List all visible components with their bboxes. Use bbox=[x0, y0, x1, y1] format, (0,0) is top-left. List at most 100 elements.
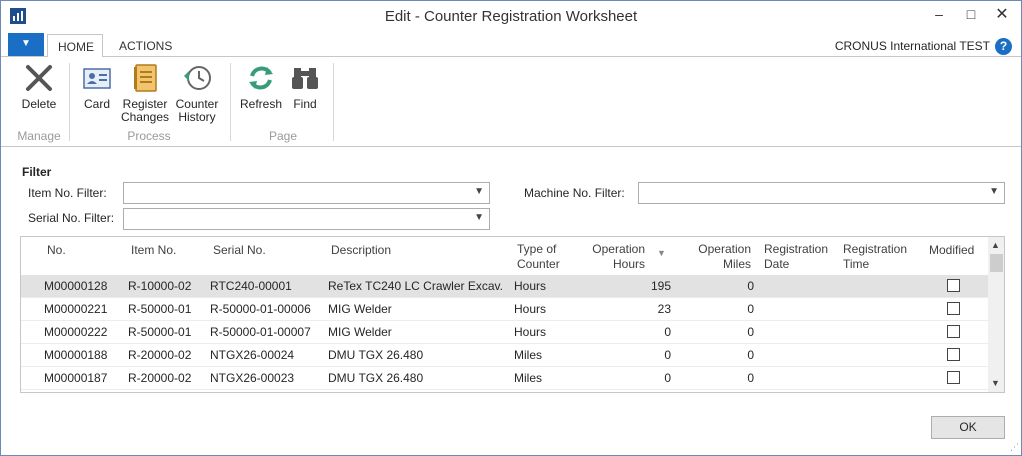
ribbon-body: Delete Manage Card Register Changes Coun… bbox=[1, 57, 1021, 147]
group-label-page: Page bbox=[268, 129, 298, 143]
tab-home[interactable]: HOME bbox=[47, 34, 103, 58]
history-clock-icon bbox=[184, 66, 211, 90]
column-header-item-no[interactable]: Item No. bbox=[131, 243, 176, 258]
binoculars-icon bbox=[292, 68, 318, 89]
cell-description: ReTex TC240 LC Crawler Excav. bbox=[328, 279, 503, 293]
cell-type: Miles bbox=[514, 371, 543, 385]
cell-type: Hours bbox=[514, 325, 547, 339]
machine-no-filter-label: Machine No. Filter: bbox=[524, 186, 625, 200]
chevron-up-icon[interactable]: ▲ bbox=[991, 240, 1000, 250]
cell-serial-no: R-50000-01-00006 bbox=[210, 302, 311, 316]
column-header-registration-time[interactable]: Registration Time bbox=[843, 242, 907, 272]
chevron-down-icon[interactable]: ▼ bbox=[989, 186, 999, 197]
register-changes-icon bbox=[134, 64, 157, 92]
cell-hours: 195 bbox=[650, 279, 671, 293]
vertical-scrollbar[interactable]: ▲ ▼ bbox=[988, 237, 1004, 392]
cell-hours: 0 bbox=[664, 325, 671, 339]
cell-type: Miles bbox=[514, 348, 543, 362]
register-changes-button[interactable]: Register Changes bbox=[120, 62, 170, 124]
chevron-down-icon[interactable]: ▼ bbox=[991, 378, 1000, 388]
cell-serial-no: RTC240-00001 bbox=[210, 279, 292, 293]
column-header-text: Operation bbox=[592, 242, 645, 256]
column-header-serial-no[interactable]: Serial No. bbox=[213, 243, 266, 258]
minimize-button[interactable]: – bbox=[922, 1, 956, 30]
table-row[interactable]: M00000128 R-10000-02 RTC240-00001 ReTex … bbox=[21, 275, 988, 298]
chevron-down-icon[interactable]: ▼ bbox=[474, 212, 484, 223]
column-header-description[interactable]: Description bbox=[331, 243, 391, 258]
tab-actions[interactable]: ACTIONS bbox=[109, 34, 182, 58]
table-row[interactable]: M00000222 R-50000-01 R-50000-01-00007 MI… bbox=[21, 321, 988, 344]
find-button[interactable]: Find bbox=[287, 62, 323, 111]
maximize-button[interactable]: □ bbox=[954, 1, 988, 30]
dropdown-triangle-icon: ▼ bbox=[21, 38, 31, 49]
refresh-icon bbox=[249, 66, 273, 90]
app-menu-button[interactable]: ▼ bbox=[8, 33, 44, 56]
serial-no-filter-label: Serial No. Filter: bbox=[28, 211, 115, 225]
column-header-text: Time bbox=[843, 257, 870, 271]
group-label-manage: Manage bbox=[17, 129, 61, 143]
cell-description: DMU TGX 26.480 bbox=[328, 348, 424, 362]
close-button[interactable]: ✕ bbox=[985, 1, 1019, 30]
cell-no: M00000222 bbox=[44, 325, 108, 339]
cell-no: M00000221 bbox=[44, 302, 108, 316]
cell-no: M00000128 bbox=[44, 279, 108, 293]
group-separator bbox=[333, 63, 334, 141]
table-row[interactable]: M00000188 R-20000-02 NTGX26-00024 DMU TG… bbox=[21, 344, 988, 367]
resize-grip-icon[interactable]: ⋰ bbox=[1010, 442, 1019, 453]
find-label: Find bbox=[293, 97, 317, 111]
modified-checkbox[interactable] bbox=[947, 279, 960, 292]
cell-miles: 0 bbox=[747, 302, 754, 316]
cell-description: MIG Welder bbox=[328, 325, 392, 339]
help-icon[interactable]: ? bbox=[995, 38, 1012, 55]
table-row[interactable]: M00000187 R-20000-02 NTGX26-00023 DMU TG… bbox=[21, 367, 988, 390]
chevron-down-icon[interactable]: ▼ bbox=[474, 186, 484, 197]
column-header-text: Hours bbox=[612, 257, 645, 271]
counter-history-label: Counter History bbox=[175, 97, 219, 124]
column-header-no[interactable]: No. bbox=[47, 243, 66, 258]
group-label-process: Process bbox=[127, 129, 171, 143]
column-header-operation-miles[interactable]: Operation Miles bbox=[693, 242, 751, 272]
scrollbar-thumb[interactable] bbox=[990, 254, 1003, 272]
cell-miles: 0 bbox=[747, 371, 754, 385]
card-button[interactable]: Card bbox=[77, 62, 117, 111]
card-label: Card bbox=[83, 97, 110, 111]
column-header-text: Registration bbox=[843, 242, 908, 256]
cell-serial-no: NTGX26-00023 bbox=[210, 371, 295, 385]
serial-no-filter-combo[interactable]: ▼ bbox=[123, 208, 490, 230]
item-no-filter-label: Item No. Filter: bbox=[28, 186, 107, 200]
machine-no-filter-combo[interactable]: ▼ bbox=[638, 182, 1005, 204]
cell-type: Hours bbox=[514, 279, 547, 293]
refresh-button[interactable]: Refresh bbox=[239, 62, 283, 111]
column-header-text: Counter bbox=[517, 257, 560, 271]
cell-serial-no: NTGX26-00024 bbox=[210, 348, 295, 362]
card-icon bbox=[83, 68, 111, 89]
cell-description: DMU TGX 26.480 bbox=[328, 371, 424, 385]
delete-label: Delete bbox=[21, 97, 57, 111]
sort-descending-icon: ▼ bbox=[657, 248, 666, 258]
column-header-operation-hours[interactable]: Operation Hours bbox=[587, 242, 645, 272]
column-header-type-of-counter[interactable]: Type of Counter bbox=[517, 242, 560, 272]
delete-x-icon bbox=[26, 65, 52, 91]
column-header-registration-date[interactable]: Registration Date bbox=[764, 242, 828, 272]
cell-miles: 0 bbox=[747, 348, 754, 362]
group-separator bbox=[230, 63, 231, 141]
item-no-filter-combo[interactable]: ▼ bbox=[123, 182, 490, 204]
cell-item-no: R-50000-01 bbox=[128, 302, 192, 316]
group-separator bbox=[69, 63, 70, 141]
modified-checkbox[interactable] bbox=[947, 371, 960, 384]
ok-button[interactable]: OK bbox=[931, 416, 1005, 439]
modified-checkbox[interactable] bbox=[947, 325, 960, 338]
title-bar: Edit - Counter Registration Worksheet – … bbox=[1, 1, 1021, 32]
cell-miles: 0 bbox=[747, 325, 754, 339]
modified-checkbox[interactable] bbox=[947, 302, 960, 315]
table-row[interactable]: M00000221 R-50000-01 R-50000-01-00006 MI… bbox=[21, 298, 988, 321]
column-header-text: Registration bbox=[764, 242, 829, 256]
cell-description: MIG Welder bbox=[328, 302, 392, 316]
modified-checkbox[interactable] bbox=[947, 348, 960, 361]
cell-miles: 0 bbox=[747, 279, 754, 293]
counter-history-button[interactable]: Counter History bbox=[173, 62, 221, 124]
cell-no: M00000187 bbox=[44, 371, 108, 385]
delete-button[interactable]: Delete bbox=[17, 62, 61, 111]
cell-item-no: R-20000-02 bbox=[128, 348, 192, 362]
column-header-modified[interactable]: Modified bbox=[929, 243, 974, 258]
